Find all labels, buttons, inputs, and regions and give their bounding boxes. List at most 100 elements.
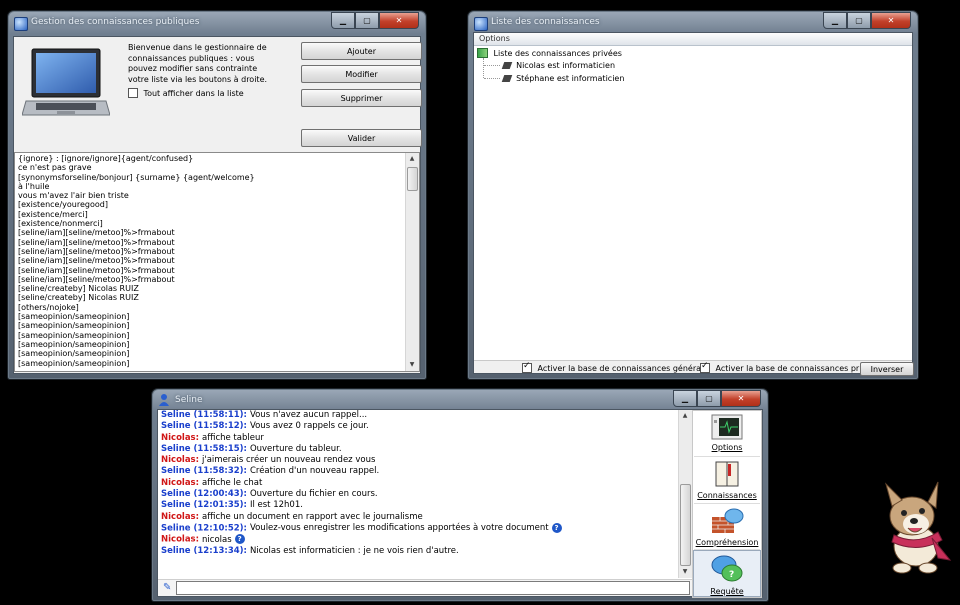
checkbox-box[interactable]: [522, 361, 532, 373]
knowledge-line[interactable]: vous m'avez l'air bien triste: [18, 191, 404, 200]
tool-sidebar: Options Connaissances Compréhension ? Re…: [692, 410, 762, 598]
chat-scrollbar[interactable]: ▲ ▼: [678, 410, 692, 578]
message-text: Il est 12h01.: [249, 500, 303, 511]
user-speaker: Nicolas:: [161, 477, 200, 488]
knowledge-line[interactable]: [sameopinion/sameopinion]: [18, 359, 404, 368]
knowledge-line[interactable]: à l'huile: [18, 182, 404, 191]
send-icon[interactable]: ✎: [163, 582, 171, 593]
menu-bar: Options: [474, 33, 912, 46]
welcome-text: Bienvenue dans le gestionnaire de connai…: [128, 43, 268, 84]
list-scrollbar[interactable]: ▲ ▼: [405, 153, 419, 371]
knowledge-line[interactable]: [existence/merci]: [18, 210, 404, 219]
knowledge-line[interactable]: [seline/iam][seline/metoo]%>frmabout: [18, 256, 404, 265]
private-base-checkbox[interactable]: Activer la base de connaissances privée.: [700, 361, 879, 373]
edit-button[interactable]: Modifier: [301, 65, 422, 83]
invert-button[interactable]: Inverser: [860, 362, 914, 376]
brick-wall-icon: [712, 508, 744, 533]
knowledge-line[interactable]: [seline/iam][seline/metoo]%>frmabout: [18, 228, 404, 237]
knowledge-tool[interactable]: Connaissances: [694, 457, 760, 504]
knowledge-line[interactable]: [sameopinion/sameopinion]: [18, 340, 404, 349]
knowledge-line[interactable]: [sameopinion/sameopinion]: [18, 321, 404, 330]
scroll-thumb[interactable]: [407, 167, 418, 191]
knowledge-line[interactable]: [seline/iam][seline/metoo]%>frmabout: [18, 247, 404, 256]
maximize-button[interactable]: ▢: [697, 390, 721, 407]
maximize-button[interactable]: ▢: [847, 12, 871, 29]
tree-root[interactable]: Liste des connaissances privées: [477, 48, 622, 58]
chat-message: Nicolas: nicolas?: [161, 534, 562, 545]
svg-text:?: ?: [729, 570, 734, 580]
help-icon[interactable]: ?: [551, 522, 562, 533]
knowledge-line[interactable]: [sameopinion/sameopinion]: [18, 349, 404, 358]
user-speaker: Nicolas:: [161, 432, 200, 443]
knowledge-cap-icon: [501, 62, 512, 69]
title-bar[interactable]: Gestion des connaissances publiques ▁ ▢ …: [9, 12, 425, 36]
bot-speaker: Seline (11:58:15):: [161, 443, 247, 454]
knowledge-line[interactable]: [seline/iam][seline/metoo]%>frmabout: [18, 266, 404, 275]
chat-message: Seline (11:58:11): Vous n'avez aucun rapp…: [161, 410, 562, 421]
close-button[interactable]: ✕: [721, 390, 761, 407]
chat-log[interactable]: Seline (11:58:11): Vous n'avez aucun rapp…: [158, 410, 692, 578]
tree-item[interactable]: Nicolas est informaticien: [484, 61, 615, 70]
user-icon: [159, 394, 169, 406]
bot-speaker: Seline (11:58:11):: [161, 410, 247, 420]
knowledge-manager-window: Gestion des connaissances publiques ▁ ▢ …: [8, 11, 426, 379]
close-button[interactable]: ✕: [871, 12, 911, 29]
tree-item[interactable]: Stéphane est informaticien: [484, 74, 624, 83]
message-text: nicolas: [202, 534, 232, 545]
user-speaker: Nicolas:: [161, 511, 200, 522]
knowledge-line[interactable]: [seline/iam][seline/metoo]%>frmabout: [18, 238, 404, 247]
knowledge-line[interactable]: [seline/iam][seline/metoo]%>frmabout: [18, 275, 404, 284]
knowledge-line[interactable]: [others/nojoke]: [18, 303, 404, 312]
knowledge-line[interactable]: {ignore} : [ignore/ignore]{agent/confuse…: [18, 154, 404, 163]
checkbox-box[interactable]: [128, 88, 138, 98]
chat-message: Seline (12:10:52): Voulez-vous enregistre…: [161, 522, 562, 534]
minimize-button[interactable]: ▁: [823, 12, 847, 29]
bot-speaker: Seline (12:13:34):: [161, 545, 247, 556]
scroll-down-arrow-icon[interactable]: ▼: [407, 360, 417, 370]
scroll-down-arrow-icon[interactable]: ▼: [680, 567, 690, 577]
client-area: Seline (11:58:11): Vous n'avez aucun rapp…: [157, 409, 763, 598]
comprehension-tool[interactable]: Compréhension: [694, 504, 760, 550]
message-input[interactable]: [176, 581, 690, 595]
scroll-up-arrow-icon[interactable]: ▲: [680, 411, 690, 421]
add-button[interactable]: Ajouter: [301, 42, 422, 60]
minimize-button[interactable]: ▁: [673, 390, 697, 407]
help-icon[interactable]: ?: [234, 534, 245, 545]
dog-mascot-icon[interactable]: [872, 480, 958, 576]
menu-options[interactable]: Options: [479, 34, 510, 43]
general-base-label: Activer la base de connaissances général…: [537, 363, 711, 373]
knowledge-tree[interactable]: Liste des connaissances privées Nicolas …: [474, 46, 912, 361]
knowledge-line[interactable]: [sameopinion/sameopinion]: [18, 312, 404, 321]
chat-message: Seline (11:58:15): Ouverture du tableur.: [161, 444, 562, 455]
knowledge-line[interactable]: [existence/youregood]: [18, 200, 404, 209]
knowledge-line[interactable]: [existence/nonmerci]: [18, 219, 404, 228]
minimize-button[interactable]: ▁: [331, 12, 355, 29]
checkbox-box[interactable]: [700, 361, 710, 373]
show-all-checkbox[interactable]: Tout afficher dans la liste: [128, 88, 244, 98]
knowledge-line[interactable]: ce n'est pas grave: [18, 163, 404, 172]
knowledge-line[interactable]: [seline/createby] Nicolas RUIZ: [18, 293, 404, 302]
knowledge-line[interactable]: [sameopinion/sameopinion]: [18, 331, 404, 340]
knowledge-line[interactable]: [seline/createby] Nicolas RUIZ: [18, 284, 404, 293]
tree-item-label: Nicolas est informaticien: [516, 61, 616, 70]
chat-bubbles-icon: ?: [711, 555, 743, 582]
delete-button[interactable]: Supprimer: [301, 89, 422, 107]
chat-message: Nicolas: affiche le chat: [161, 478, 562, 489]
bot-speaker: Seline (12:10:52):: [161, 523, 247, 534]
tree-branch: [484, 78, 500, 79]
knowledge-list[interactable]: {ignore} : [ignore/ignore]{agent/confuse…: [14, 152, 420, 372]
window-title: Liste des connaissances: [491, 17, 600, 27]
message-text: Ouverture du tableur.: [249, 443, 342, 454]
close-button[interactable]: ✕: [379, 12, 419, 29]
book-icon: [477, 48, 488, 58]
general-base-checkbox[interactable]: Activer la base de connaissances général…: [522, 361, 711, 373]
query-label: Requête: [710, 586, 744, 596]
knowledge-line[interactable]: [synonymsforseline/bonjour] {surname} {a…: [18, 173, 404, 182]
input-row: ✎: [158, 579, 692, 596]
options-tool[interactable]: Options: [694, 411, 760, 458]
maximize-button[interactable]: ▢: [355, 12, 379, 29]
scroll-up-arrow-icon[interactable]: ▲: [407, 154, 417, 164]
scroll-thumb[interactable]: [680, 484, 691, 566]
query-tool[interactable]: ? Requête: [693, 549, 761, 597]
validate-button[interactable]: Valider: [301, 129, 422, 147]
